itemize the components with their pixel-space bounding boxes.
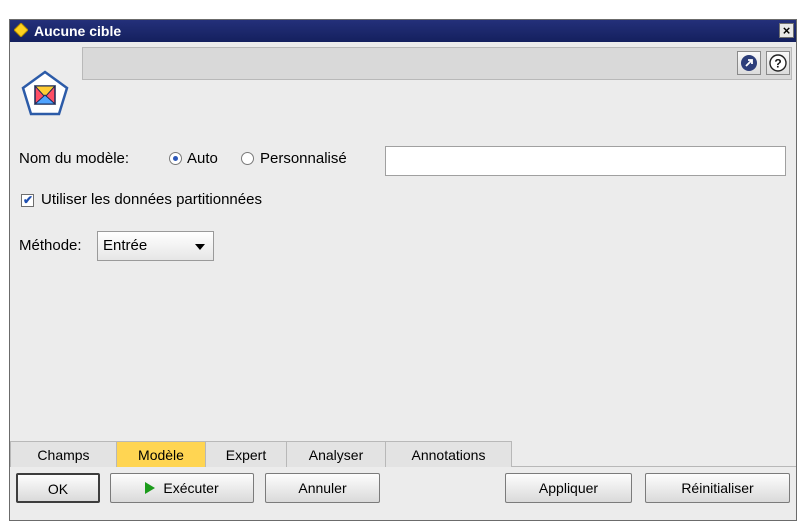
method-select[interactable]: Entrée (97, 231, 214, 261)
help-icon: ? (769, 54, 787, 72)
apply-button[interactable]: Appliquer (505, 473, 632, 503)
model-name-input[interactable] (385, 146, 786, 176)
help-button[interactable]: ? (766, 51, 790, 75)
reset-button[interactable]: Réinitialiser (645, 473, 790, 503)
model-name-label: Nom du modèle: (19, 150, 130, 167)
window-title: Aucune cible (34, 23, 122, 39)
tab-modele[interactable]: Modèle (116, 441, 206, 467)
use-partitioned-checkbox[interactable]: ✔ (21, 193, 34, 207)
method-value: Entrée (103, 237, 148, 254)
ok-button[interactable]: OK (16, 473, 100, 503)
radio-custom[interactable] (241, 152, 254, 165)
title-bar[interactable]: Aucune cible × (10, 20, 796, 42)
dialog-window: Aucune cible × ? Nom du modèle: Auto Per… (9, 19, 797, 521)
cancel-button[interactable]: Annuler (265, 473, 380, 503)
close-icon: × (782, 23, 791, 38)
tab-analyser[interactable]: Analyser (286, 441, 386, 467)
launch-icon (741, 55, 757, 71)
svg-text:?: ? (774, 57, 781, 71)
tab-bar: Champs Modèle Expert Analyser Annotation… (10, 441, 513, 467)
execute-button[interactable]: Exécuter (110, 473, 254, 503)
radio-custom-label[interactable]: Personnalisé (260, 150, 347, 167)
checkmark-icon: ✔ (23, 193, 34, 207)
launch-button[interactable] (737, 51, 761, 75)
use-partitioned-label[interactable]: Utiliser les données partitionnées (41, 191, 262, 208)
method-label: Méthode: (19, 237, 82, 254)
diamond-icon (14, 23, 28, 37)
radio-auto[interactable] (169, 152, 182, 165)
chevron-down-icon (195, 244, 205, 250)
tab-champs[interactable]: Champs (10, 441, 117, 467)
play-icon (145, 482, 156, 494)
tab-expert[interactable]: Expert (205, 441, 287, 467)
radio-auto-label[interactable]: Auto (187, 150, 218, 167)
close-button[interactable]: × (779, 23, 794, 38)
execute-label: Exécuter (163, 480, 219, 496)
tab-annotations[interactable]: Annotations (385, 441, 512, 467)
header-strip (82, 47, 792, 80)
node-model-icon (21, 70, 69, 116)
